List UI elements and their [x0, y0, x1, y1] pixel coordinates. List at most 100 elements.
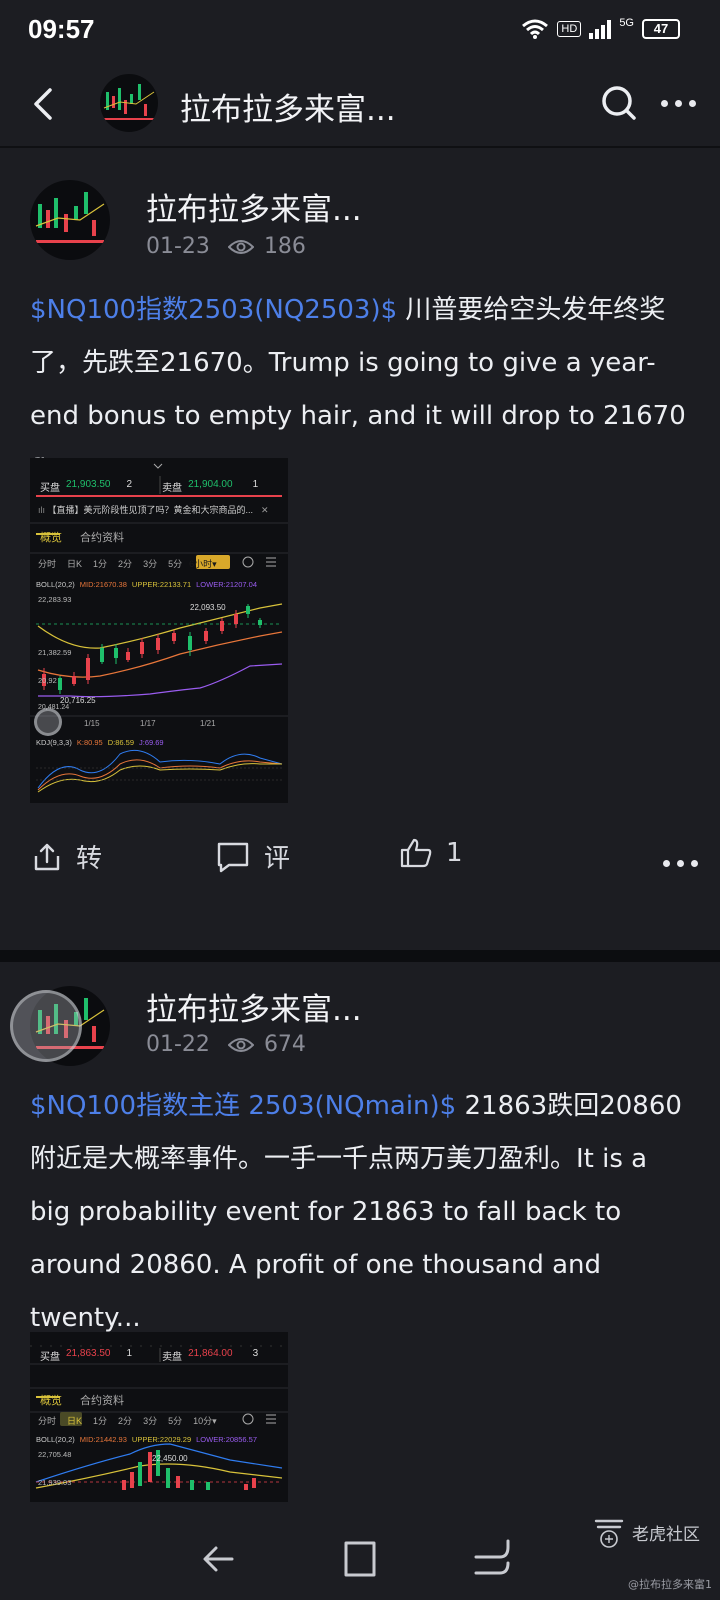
- floating-assistive-ball[interactable]: [10, 990, 82, 1062]
- chart-tabs: 概览 合约资料: [40, 529, 124, 545]
- date-tick: 1/17: [140, 719, 156, 728]
- period-item[interactable]: 2分: [118, 557, 132, 570]
- arrow-left-icon: [203, 1546, 234, 1572]
- period-item[interactable]: 分时: [38, 1414, 56, 1427]
- boll-lower: LOWER:20856.57: [196, 1435, 257, 1444]
- nav-home-button[interactable]: [336, 1535, 384, 1583]
- author-name[interactable]: 拉布拉多来富...: [146, 984, 362, 1029]
- back-button[interactable]: [24, 82, 68, 126]
- status-bar: 09:57 HD 5G 47: [0, 0, 720, 60]
- quote-row: 买盘 21,863.50 1 卖盘 21,864.00 3: [40, 1348, 280, 1363]
- battery-icon: 47: [642, 19, 680, 39]
- high-label: 22,093.50: [190, 603, 226, 612]
- tab-contract[interactable]: 合约资料: [80, 529, 124, 545]
- nav-back-button[interactable]: [196, 1535, 244, 1583]
- tab-overview[interactable]: 概览: [40, 1392, 62, 1408]
- tab-overview[interactable]: 概览: [40, 529, 62, 545]
- kdj-label: KDJ(9,3,3): [36, 738, 72, 747]
- chart-image[interactable]: 买盘 21,903.50 2 卖盘 21,904.00 1 ılı 【直播】美元…: [30, 458, 288, 803]
- post-card[interactable]: 拉布拉多来富... 01-23 186 $NQ100指数2503(NQ2503)…: [0, 150, 720, 950]
- watermark-brand: 老虎社区: [632, 1524, 700, 1545]
- author-name[interactable]: 拉布拉多来富...: [146, 184, 362, 229]
- buy-qty: 2: [126, 479, 133, 490]
- like-button[interactable]: 1: [400, 838, 463, 868]
- buy-qty: 1: [126, 1348, 133, 1359]
- quote-row: 买盘 21,903.50 2 卖盘 21,904.00 1: [40, 479, 280, 494]
- sell-qty: 1: [252, 479, 259, 490]
- kdj-row: KDJ(9,3,3) K:80.95 D:86.59 J:69.69: [36, 738, 164, 747]
- post-meta: 01-22 674: [146, 1032, 306, 1057]
- period-item[interactable]: 3分: [143, 1414, 157, 1427]
- y-axis-label: 22,705.48: [38, 1450, 72, 1459]
- wifi-icon: [522, 19, 549, 39]
- boll-lower: LOWER:21207.04: [196, 580, 257, 589]
- sell-label: 卖盘: [162, 1352, 183, 1363]
- y-axis-label: 21,939.03: [38, 1478, 72, 1487]
- watermark: 老虎社区: [592, 1515, 700, 1549]
- period-item-active[interactable]: 6小时▾: [189, 557, 217, 570]
- chevron-left-icon: [34, 88, 52, 120]
- period-item[interactable]: 5分: [168, 557, 182, 570]
- period-item[interactable]: 1分: [93, 1414, 107, 1427]
- sell-price: 21,904.00: [188, 479, 233, 490]
- post-date: 01-22: [146, 1032, 210, 1057]
- floating-assistive-ball[interactable]: [34, 708, 62, 736]
- period-item[interactable]: 3分: [143, 557, 157, 570]
- boll-row: BOLL(20,2) MID:21670.38 UPPER:22133.71 L…: [36, 580, 257, 589]
- post-text: 21863跌回20860附近是大概率事件。一手一千点两万美刀盈利。It is a…: [30, 1091, 682, 1333]
- more-options-button[interactable]: [658, 88, 698, 118]
- period-row: 分时 日K 1分 2分 3分 5分 6小时▾: [38, 557, 217, 570]
- search-button[interactable]: [598, 82, 640, 124]
- boll-label: BOLL(20,2): [36, 1435, 75, 1444]
- boll-upper: UPPER:22029.29: [131, 1435, 192, 1444]
- header-title: 拉布拉多来富...: [180, 92, 396, 128]
- kdj-j: J:69.69: [139, 738, 164, 747]
- kdj-d: D:86.59: [107, 738, 134, 747]
- header-avatar[interactable]: [100, 74, 158, 132]
- recents-icon: [474, 1539, 510, 1575]
- boll-upper: UPPER:22133.71: [131, 580, 192, 589]
- sell-qty: 3: [252, 1348, 259, 1359]
- tab-contract[interactable]: 合约资料: [80, 1392, 124, 1408]
- post-card[interactable]: 拉布拉多来富... 01-22 674 $NQ100指数主连 2503(NQma…: [0, 962, 720, 1522]
- candlestick-avatar-icon: [100, 74, 158, 132]
- hd-badge: HD: [557, 21, 582, 37]
- sell-price: 21,864.00: [188, 1348, 233, 1359]
- signal-icon: [589, 19, 612, 39]
- search-icon: [602, 86, 636, 120]
- period-item[interactable]: 2分: [118, 1414, 132, 1427]
- comment-button[interactable]: 评: [216, 838, 290, 875]
- chart-tabs: 概览 合约资料: [40, 1392, 124, 1408]
- view-count: 186: [263, 234, 306, 259]
- ticker-link[interactable]: $NQ100指数2503(NQ2503)$: [30, 295, 397, 325]
- y-axis-label: 21,382.59: [38, 648, 72, 657]
- date-tick: 1/15: [84, 719, 100, 728]
- period-item[interactable]: 日K: [67, 557, 82, 570]
- period-item-active[interactable]: 日K: [67, 1414, 82, 1427]
- app-bar: 拉布拉多来富...: [0, 60, 720, 148]
- period-item[interactable]: 1分: [93, 557, 107, 570]
- news-text: 【直播】美元阶段性见顶了吗？黄金和大宗商品的...: [47, 505, 254, 515]
- comment-icon: [217, 842, 249, 872]
- boll-row: BOLL(20,2) MID:21442.93 UPPER:22029.29 L…: [36, 1435, 257, 1444]
- post-meta: 01-23 186: [146, 234, 306, 259]
- close-icon[interactable]: ✕: [261, 505, 269, 515]
- chart-image[interactable]: 买盘 21,863.50 1 卖盘 21,864.00 3 概览 合约资料 分时…: [30, 1332, 288, 1502]
- share-button[interactable]: 转: [32, 838, 102, 875]
- news-banner[interactable]: ılı 【直播】美元阶段性见顶了吗？黄金和大宗商品的... ✕: [38, 503, 288, 516]
- comment-label: 评: [264, 844, 291, 874]
- boll-mid: MID:21442.93: [79, 1435, 127, 1444]
- post-more-button[interactable]: [663, 860, 698, 867]
- share-icon: [34, 843, 60, 870]
- period-item[interactable]: 5分: [168, 1414, 182, 1427]
- high-label: 22,450.00: [152, 1454, 188, 1463]
- watermark-handle: @拉布拉多来富1: [628, 1578, 712, 1591]
- ticker-link[interactable]: $NQ100指数主连 2503(NQmain)$: [30, 1091, 456, 1121]
- period-item[interactable]: 10分▾: [193, 1414, 217, 1427]
- nav-recents-button[interactable]: [470, 1535, 518, 1583]
- eye-icon: [227, 1037, 254, 1052]
- bar-chart-icon: ılı: [38, 505, 48, 515]
- author-avatar[interactable]: [30, 180, 110, 260]
- period-item[interactable]: 分时: [38, 557, 56, 570]
- buy-label: 买盘: [40, 1352, 60, 1363]
